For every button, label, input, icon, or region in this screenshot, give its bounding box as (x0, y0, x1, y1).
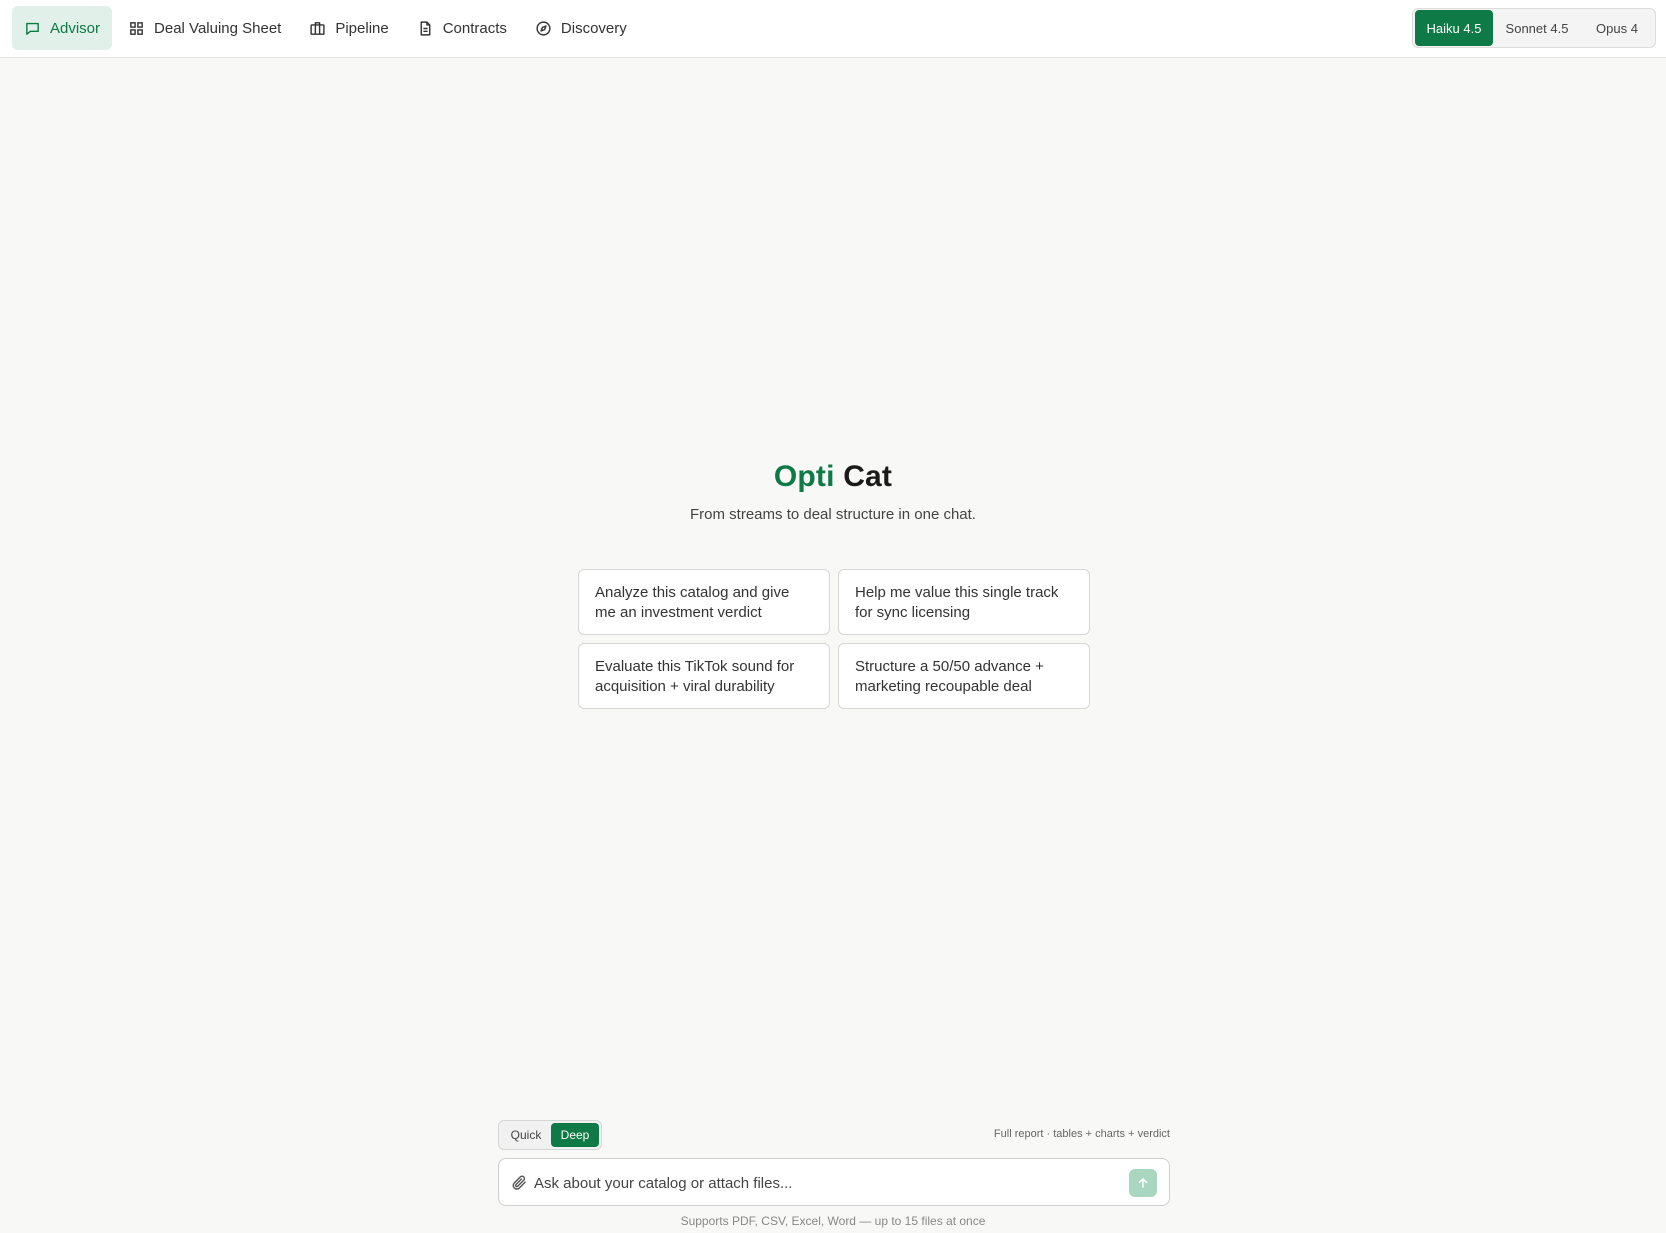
document-icon (420, 20, 431, 36)
suggestion-card[interactable]: Analyze this catalog and give me an inve… (578, 569, 830, 635)
suggestion-card[interactable]: Structure a 50/50 advance + marketing re… (838, 643, 1090, 709)
nav-item-label: Discovery (560, 19, 627, 37)
compass-icon (536, 20, 551, 36)
mode-toggle: Quick Deep (498, 1120, 602, 1150)
mode-hint: Full report · tables + charts + verdict (993, 1128, 1170, 1140)
model-option-opus[interactable]: Opus 4 (1581, 10, 1653, 46)
nav-item-contracts[interactable]: Contracts (405, 6, 519, 50)
nav-item-label: Contracts (442, 19, 507, 37)
grid-icon (130, 21, 143, 35)
chat-composer (498, 1158, 1170, 1206)
suggestion-grid: Analyze this catalog and give me an inve… (578, 569, 1090, 709)
brand-title-part2: Cat (843, 460, 893, 493)
brand-title-part1: Opti (773, 460, 835, 493)
nav-item-label: Advisor (50, 19, 101, 37)
nav-item-deal-valuing-sheet[interactable]: Deal Valuing Sheet (116, 6, 293, 50)
chat-input[interactable] (534, 1169, 1114, 1197)
suggestion-card[interactable]: Evaluate this TikTok sound for acquisiti… (578, 643, 830, 709)
nav-item-label: Deal Valuing Sheet (154, 19, 282, 37)
mode-option-quick[interactable]: Quick (501, 1123, 551, 1147)
composer-footnote: Supports PDF, CSV, Excel, Word — up to 1… (680, 1214, 986, 1228)
briefcase-icon (310, 21, 325, 35)
arrow-up-icon (1138, 1178, 1148, 1188)
chat-bubble-icon (26, 22, 39, 35)
nav-item-pipeline[interactable]: Pipeline (297, 6, 400, 50)
nav-item-advisor[interactable]: Advisor (12, 6, 113, 50)
model-selector: Haiku 4.5 Sonnet 4.5 Opus 4 (1412, 8, 1656, 48)
tagline: From streams to deal structure in one ch… (690, 506, 976, 523)
model-option-haiku[interactable]: Haiku 4.5 (1415, 10, 1493, 46)
nav-item-label: Pipeline (335, 19, 389, 37)
model-option-sonnet[interactable]: Sonnet 4.5 (1493, 10, 1581, 46)
top-navigation-bar: Advisor Deal Valuing Sheet Pipeline Cont… (0, 0, 1666, 58)
main-nav: Advisor Deal Valuing Sheet Pipeline Cont… (12, 6, 643, 50)
nav-item-discovery[interactable]: Discovery (523, 6, 639, 50)
send-button[interactable] (1129, 1169, 1157, 1197)
mode-option-deep[interactable]: Deep (551, 1123, 599, 1147)
suggestion-card[interactable]: Help me value this single track for sync… (838, 569, 1090, 635)
paperclip-icon[interactable] (511, 1174, 528, 1191)
brand-title: Opti Cat (0, 460, 1666, 494)
hero: Opti Cat From streams to deal structure … (0, 460, 1666, 523)
